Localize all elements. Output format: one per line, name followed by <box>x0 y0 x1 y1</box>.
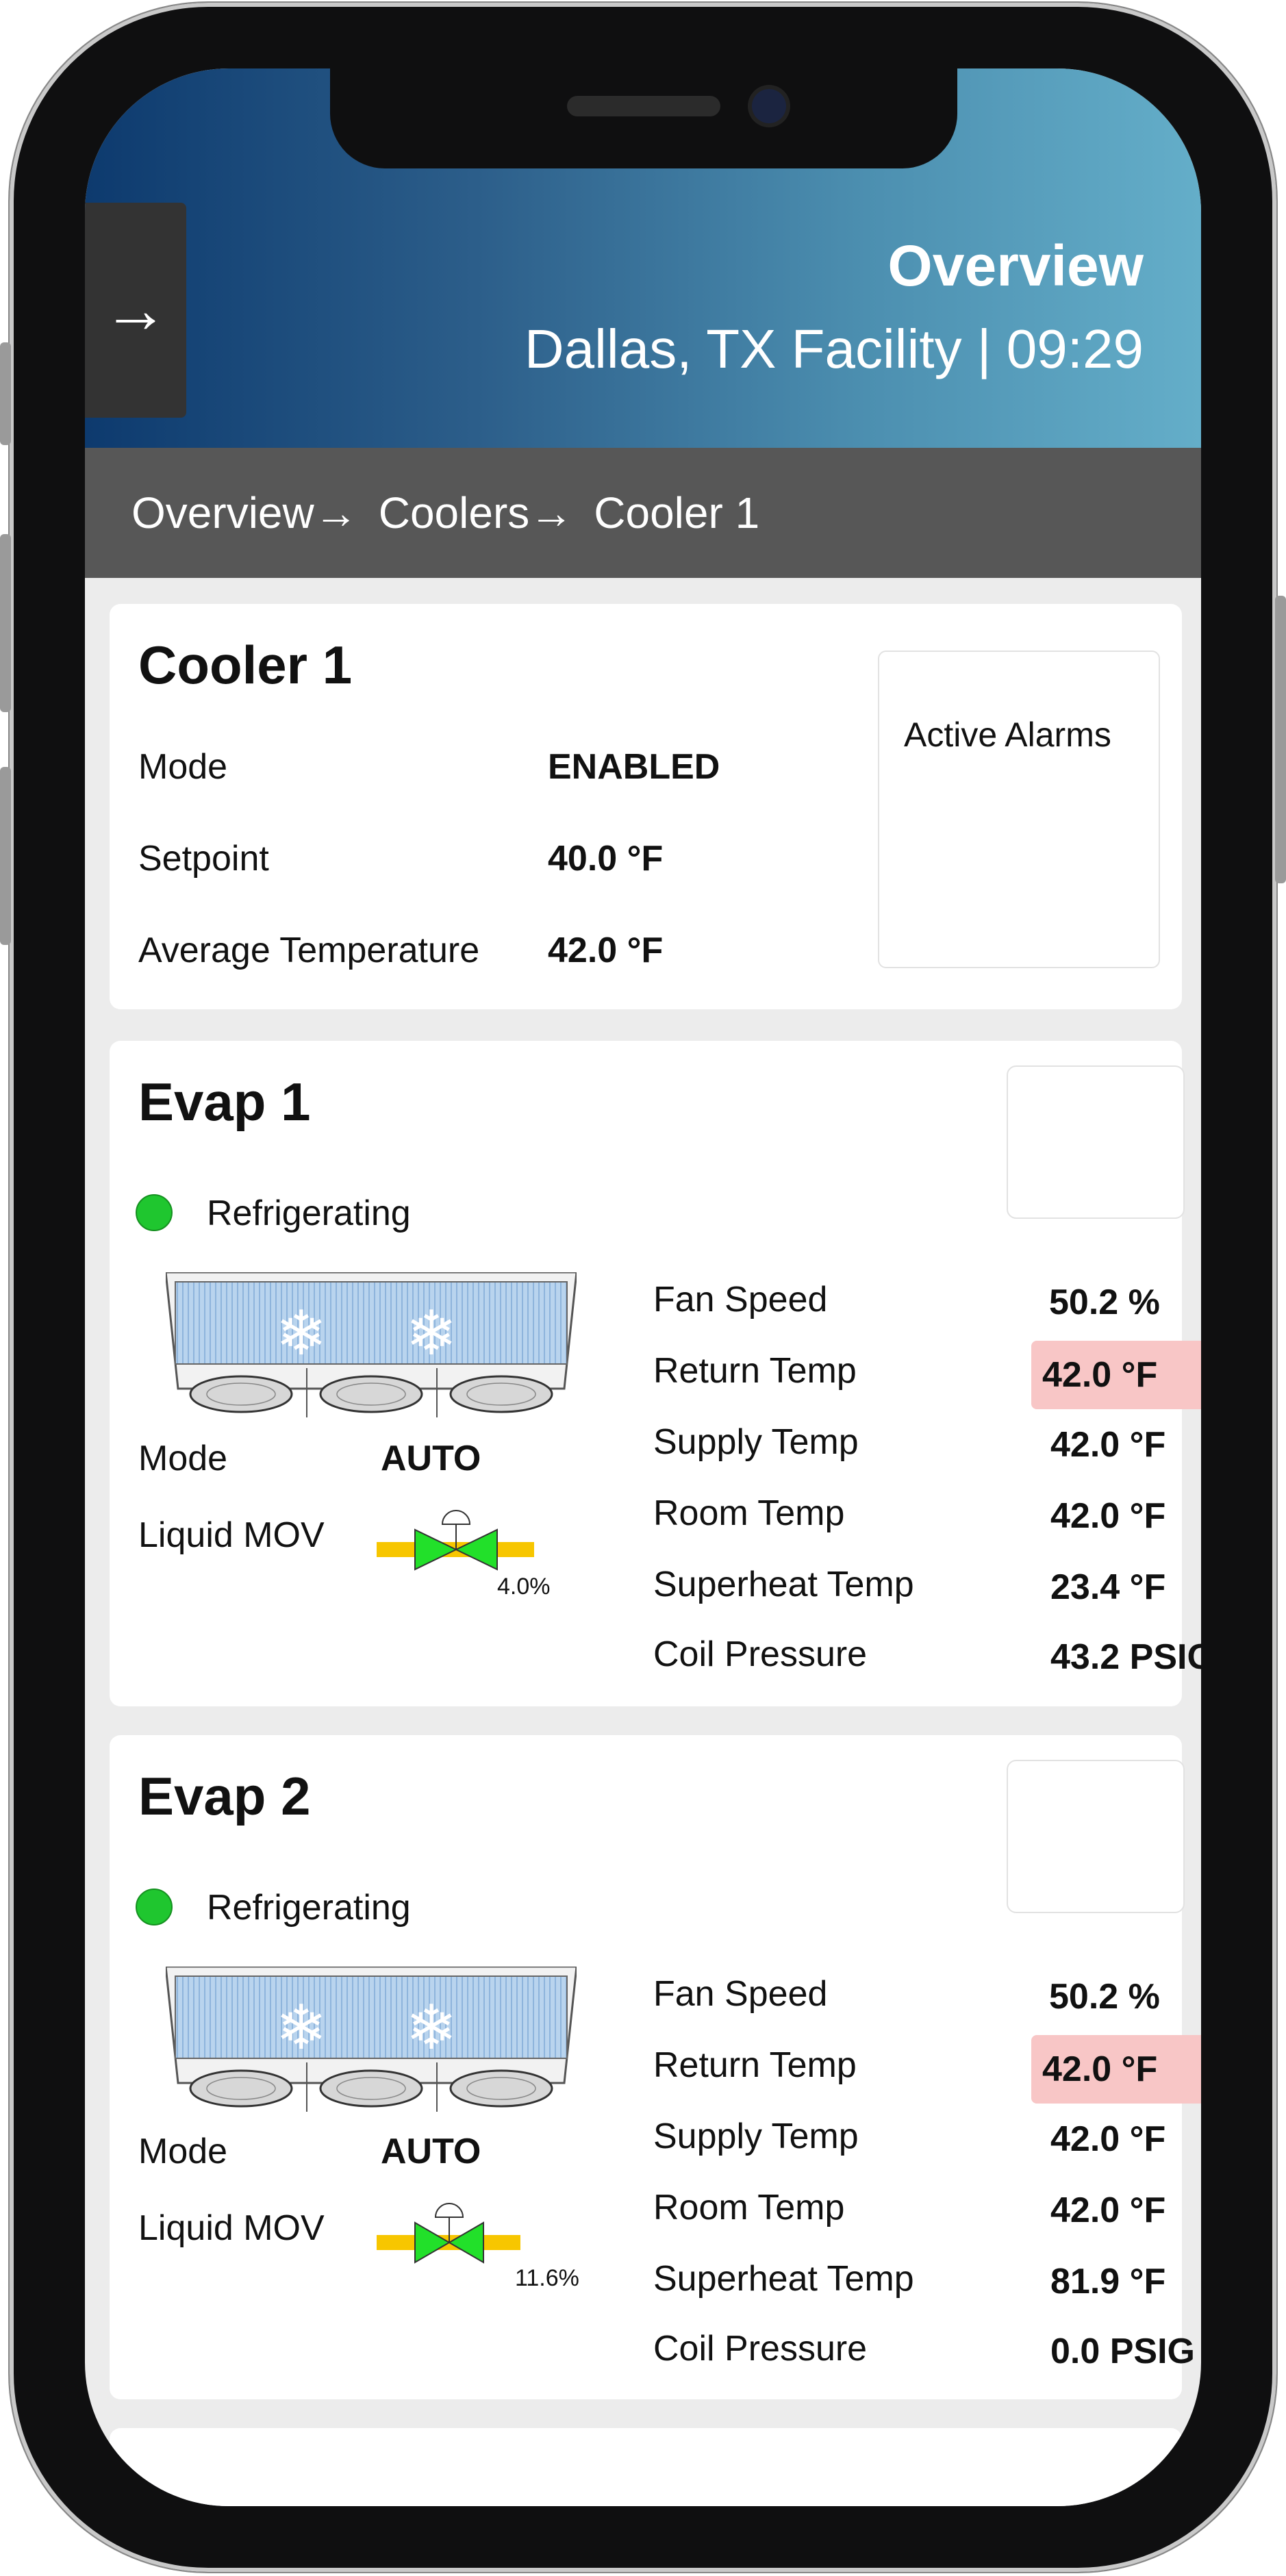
breadcrumb: Overview→ Coolers→ Cooler 1 <box>85 448 1201 578</box>
room-temp-value: 42.0 °F <box>1050 1496 1166 1536</box>
room-temp-label: Room Temp <box>653 1493 845 1533</box>
return-temp-value: 42.0 °F <box>1031 1341 1201 1409</box>
liquid-mov-label: Liquid MOV <box>138 1515 325 1555</box>
breadcrumb-cooler-1: Cooler 1 <box>594 488 760 538</box>
svg-text:❄: ❄ <box>405 1298 457 1369</box>
evap-mode-label: Mode <box>138 1439 228 1478</box>
evap-title: Evap 1 <box>138 1072 311 1132</box>
evap-card: Evap 1 Refrigerating ❄ ❄ Mode AUTO Liqui… <box>110 1041 1201 1706</box>
svg-text:❄: ❄ <box>405 1992 457 2064</box>
supply-temp-label: Supply Temp <box>653 2117 859 2156</box>
camera-icon <box>752 89 786 123</box>
superheat-temp-value: 81.9 °F <box>1050 2262 1166 2301</box>
volume-down-button <box>0 767 11 945</box>
superheat-temp-label: Superheat Temp <box>653 1565 914 1604</box>
status-text: Refrigerating <box>207 1194 411 1233</box>
valve-percent: 11.6% <box>515 2265 579 2291</box>
fan-speed-label: Fan Speed <box>653 1280 828 1319</box>
evaporator-unit-icon: ❄ ❄ <box>166 1967 577 2112</box>
status-indicator-icon <box>136 1889 173 1925</box>
setpoint-label: Setpoint <box>138 839 269 879</box>
return-temp-label: Return Temp <box>653 2045 857 2085</box>
cooler-card: Cooler 1 Mode ENABLED Setpoint 40.0 °F A… <box>110 604 1182 1009</box>
superheat-temp-value: 23.4 °F <box>1050 1567 1166 1607</box>
evap-alarm-box[interactable] <box>1007 1760 1185 1913</box>
setpoint-value: 40.0 °F <box>548 839 664 879</box>
evap-title: Evap 2 <box>138 1766 311 1826</box>
mute-switch <box>0 342 11 445</box>
mode-label: Mode <box>138 747 228 787</box>
fan-speed-value: 50.2 % <box>1049 1283 1160 1322</box>
volume-up-button <box>0 534 11 712</box>
breadcrumb-coolers[interactable]: Coolers→ <box>379 488 574 538</box>
fan-speed-value: 50.2 % <box>1049 1977 1160 2017</box>
mode-value: ENABLED <box>548 747 720 787</box>
evap-card: Evap 2 Refrigerating ❄ ❄ Mode AUTO Liqui… <box>110 1735 1201 2399</box>
return-temp-label: Return Temp <box>653 1351 857 1391</box>
coil-pressure-label: Coil Pressure <box>653 2329 868 2369</box>
supply-temp-value: 42.0 °F <box>1050 1425 1166 1465</box>
valve-icon[interactable] <box>377 2197 534 2272</box>
evap-mode-label: Mode <box>138 2132 228 2171</box>
valve-icon[interactable] <box>377 1504 534 1579</box>
coil-pressure-value: 43.2 PSIG <box>1050 1637 1201 1677</box>
facility-time: Dallas, TX Facility | 09:29 <box>524 318 1144 379</box>
speaker-grille <box>567 96 720 116</box>
liquid-mov-label: Liquid MOV <box>138 2208 325 2248</box>
coil-pressure-value: 0.0 PSIG <box>1050 2332 1195 2371</box>
cooler-title: Cooler 1 <box>138 635 353 695</box>
evaporator-unit-icon: ❄ ❄ <box>166 1272 577 1417</box>
evap-mode-value: AUTO <box>381 1439 481 1478</box>
evap-alarm-box[interactable] <box>1007 1065 1185 1219</box>
active-alarms-label: Active Alarms <box>904 716 1111 754</box>
active-alarms-panel[interactable]: Active Alarms <box>878 651 1160 968</box>
evap-mode-value: AUTO <box>381 2132 481 2171</box>
status-text: Refrigerating <box>207 1888 411 1928</box>
svg-text:❄: ❄ <box>275 1992 327 2064</box>
breadcrumb-overview[interactable]: Overview→ <box>131 488 358 538</box>
power-button <box>1275 596 1286 883</box>
arrow-right-icon: → <box>103 273 168 346</box>
return-temp-value: 42.0 °F <box>1031 2035 1201 2104</box>
supply-temp-label: Supply Temp <box>653 1422 859 1462</box>
svg-text:❄: ❄ <box>275 1298 327 1369</box>
status-indicator-icon <box>136 1194 173 1231</box>
room-temp-value: 42.0 °F <box>1050 2190 1166 2230</box>
room-temp-label: Room Temp <box>653 2188 845 2227</box>
avg-temp-label: Average Temperature <box>138 931 480 970</box>
valve-percent: 4.0% <box>497 1574 551 1600</box>
phone-notch <box>330 68 957 168</box>
nav-menu-button[interactable]: → <box>85 203 186 418</box>
supply-temp-value: 42.0 °F <box>1050 2119 1166 2159</box>
screen: → Overview Dallas, TX Facility | 09:29 O… <box>85 68 1201 2506</box>
next-card <box>110 2428 1182 2506</box>
fan-speed-label: Fan Speed <box>653 1974 828 2014</box>
avg-temp-value: 42.0 °F <box>548 931 664 970</box>
coil-pressure-label: Coil Pressure <box>653 1634 868 1674</box>
page-title: Overview <box>887 233 1144 298</box>
superheat-temp-label: Superheat Temp <box>653 2259 914 2299</box>
